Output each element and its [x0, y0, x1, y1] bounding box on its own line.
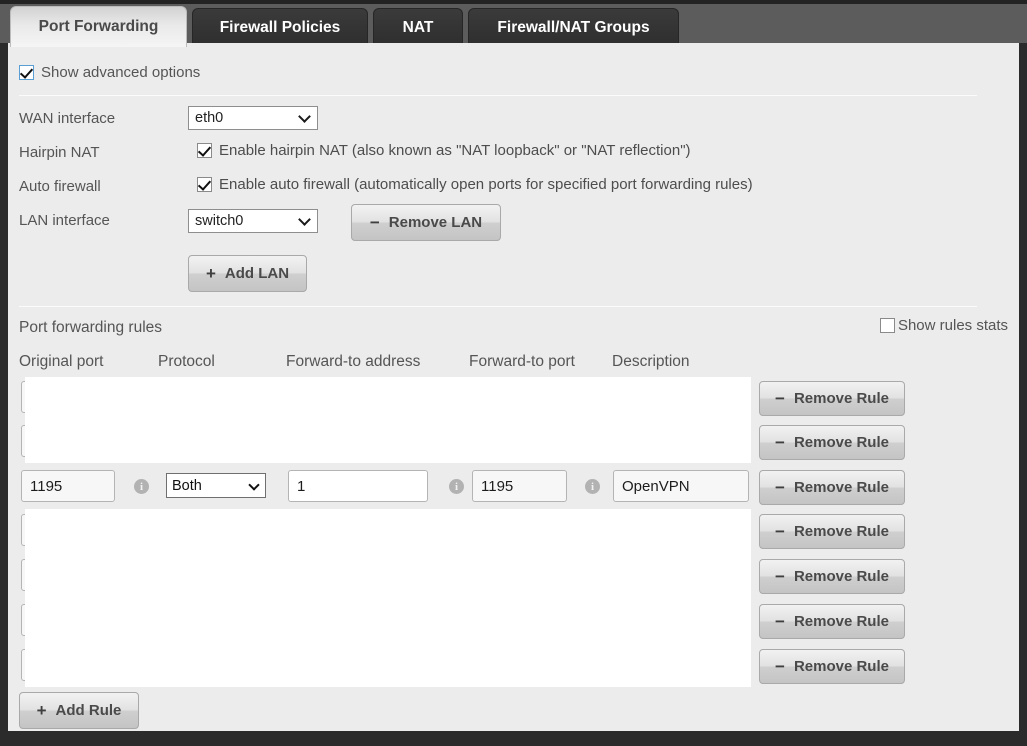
remove-rule-button[interactable]: − Remove Rule [759, 559, 905, 594]
obscuring-overlay-bottom [25, 509, 751, 687]
show-rules-stats-row[interactable]: Show rules stats [879, 317, 1008, 334]
remove-rule-label: Remove Rule [793, 658, 889, 675]
value: OpenVPN [622, 477, 690, 495]
column-header-forward-to-port: Forward-to port [469, 353, 575, 370]
tab-firewall-nat-groups[interactable]: Firewall/NAT Groups [468, 8, 679, 47]
hairpin-nat-checkbox[interactable] [197, 143, 212, 158]
chevron-down-icon [248, 478, 260, 491]
lan-interface-value: switch0 [195, 213, 244, 229]
auto-firewall-row[interactable]: Enable auto firewall (automatically open… [197, 176, 753, 193]
page-content: Show advanced options WAN interface eth0… [8, 43, 1019, 731]
remove-rule-label: Remove Rule [793, 568, 889, 585]
rules-section-title: Port forwarding rules [19, 319, 163, 336]
add-rule-button[interactable]: + Add Rule [19, 692, 139, 729]
auto-firewall-label: Auto firewall [19, 178, 101, 195]
add-lan-button[interactable]: + Add LAN [188, 255, 307, 292]
tab-label: Firewall Policies [219, 19, 341, 36]
obscuring-overlay-top [25, 377, 751, 463]
remove-rule-label: Remove Rule [793, 434, 889, 451]
lan-interface-label: LAN interface [19, 212, 110, 229]
wan-interface-value: eth0 [195, 110, 224, 126]
minus-icon: − [775, 612, 785, 631]
info-glyph: i [454, 480, 459, 493]
tab-firewall-policies[interactable]: Firewall Policies [192, 8, 368, 47]
tab-nat[interactable]: NAT [373, 8, 463, 47]
plus-icon: + [36, 701, 47, 720]
remove-rule-button[interactable]: − Remove Rule [759, 649, 905, 684]
value: 1195 [30, 477, 63, 495]
remove-rule-label: Remove Rule [793, 523, 889, 540]
wan-interface-select[interactable]: eth0 [188, 106, 318, 130]
value: 1 [297, 477, 306, 495]
tab-bar: Port Forwarding Firewall Policies NAT Fi… [0, 0, 1027, 47]
tab-label: NAT [402, 19, 434, 36]
tab-label: Firewall/NAT Groups [497, 19, 650, 36]
value: Both [172, 477, 202, 494]
show-advanced-options-checkbox[interactable] [19, 65, 34, 80]
remove-rule-button[interactable]: − Remove Rule [759, 604, 905, 639]
remove-rule-label: Remove Rule [793, 613, 889, 630]
info-icon[interactable]: i [134, 479, 149, 494]
show-rules-stats-checkbox[interactable] [879, 318, 895, 333]
add-lan-label: Add LAN [224, 265, 290, 282]
show-advanced-options-row[interactable]: Show advanced options [19, 64, 200, 81]
auto-firewall-checkbox[interactable] [197, 177, 212, 192]
minus-icon: − [775, 389, 785, 408]
divider-top [19, 95, 977, 96]
info-glyph: i [590, 480, 595, 493]
column-header-description: Description [612, 353, 690, 370]
show-rules-stats-label: Show rules stats [897, 317, 1008, 334]
remove-rule-button[interactable]: − Remove Rule [759, 514, 905, 549]
lan-interface-select[interactable]: switch0 [188, 209, 318, 233]
plus-icon: + [205, 264, 216, 283]
hairpin-nat-label-wrap: Hairpin NAT [19, 144, 100, 162]
minus-icon: − [775, 657, 785, 676]
hairpin-nat-label: Hairpin NAT [19, 144, 100, 161]
column-header-protocol: Protocol [158, 353, 215, 370]
rule-forward-port-input[interactable]: 1195 [472, 470, 567, 502]
remove-lan-button[interactable]: − Remove LAN [351, 204, 501, 241]
remove-rule-label: Remove Rule [793, 479, 889, 496]
hairpin-nat-description: Enable hairpin NAT (also known as "NAT l… [219, 142, 691, 159]
divider-rules [19, 306, 977, 307]
lan-interface-label-wrap: LAN interface [19, 212, 110, 230]
rules-section-title-wrap: Port forwarding rules [19, 319, 162, 337]
remove-rule-label: Remove Rule [793, 390, 889, 407]
column-header-forward-to-address: Forward-to address [286, 353, 421, 370]
rule-original-port-input[interactable]: 1195 [21, 470, 115, 502]
minus-icon: − [775, 478, 785, 497]
remove-lan-label: Remove LAN [388, 214, 483, 231]
minus-icon: − [775, 522, 785, 541]
show-advanced-options-label: Show advanced options [41, 64, 201, 81]
hairpin-nat-row[interactable]: Enable hairpin NAT (also known as "NAT l… [197, 142, 691, 159]
rule-protocol-select[interactable]: Both [166, 473, 266, 498]
auto-firewall-label-wrap: Auto firewall [19, 178, 101, 196]
tab-label: Port Forwarding [38, 18, 159, 35]
tab-port-forwarding[interactable]: Port Forwarding [10, 6, 187, 47]
info-icon[interactable]: i [449, 479, 464, 494]
remove-rule-button[interactable]: − Remove Rule [759, 470, 905, 505]
wan-interface-label-wrap: WAN interface [19, 110, 115, 128]
info-icon[interactable]: i [585, 479, 600, 494]
rule-address-input[interactable]: 1 [288, 470, 428, 502]
add-rule-label: Add Rule [55, 702, 122, 719]
chevron-down-icon [298, 110, 311, 123]
minus-icon: − [775, 567, 785, 586]
value: 1195 [481, 477, 514, 495]
rule-description-input[interactable]: OpenVPN [613, 470, 749, 502]
info-glyph: i [139, 480, 144, 493]
wan-interface-label: WAN interface [19, 110, 116, 127]
auto-firewall-description: Enable auto firewall (automatically open… [219, 176, 753, 193]
column-header-original-port: Original port [19, 353, 104, 370]
minus-icon: − [775, 433, 785, 452]
minus-icon: − [369, 213, 380, 232]
chevron-down-icon [298, 213, 311, 226]
remove-rule-button[interactable]: − Remove Rule [759, 425, 905, 460]
app-window: Port Forwarding Firewall Policies NAT Fi… [0, 0, 1027, 746]
remove-rule-button[interactable]: − Remove Rule [759, 381, 905, 416]
